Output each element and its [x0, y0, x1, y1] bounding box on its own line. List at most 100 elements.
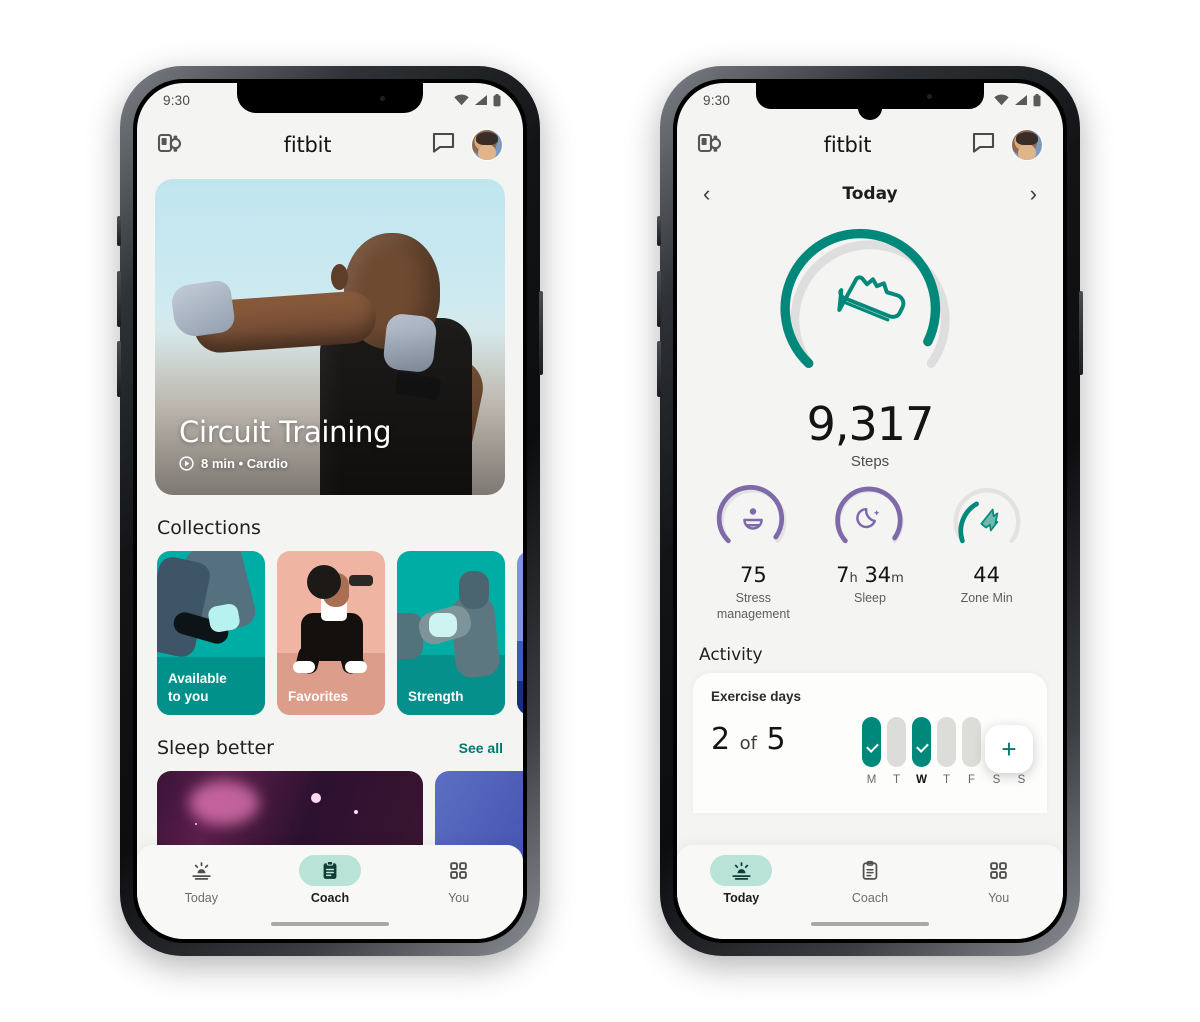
- collection-label: Favorites: [288, 688, 349, 704]
- collection-card-strength[interactable]: Strength: [397, 551, 505, 715]
- metric-value: 44: [973, 563, 1000, 587]
- metric-zone-minutes[interactable]: 44 Zone Min: [929, 484, 1045, 623]
- nav-label: You: [448, 891, 470, 905]
- metrics-row: 75 Stress management 7h 34m Sleep 44 Zon…: [677, 484, 1063, 623]
- app-brand: fitbit: [283, 133, 332, 157]
- screenshot-stage: 9:30 fitbit Circuit Training 8 min • Car…: [0, 0, 1200, 1022]
- phone-right-bezel: 9:30 fitbit ‹ Today › 9,317 Steps 75 Str…: [673, 79, 1067, 943]
- nav-item-you[interactable]: You: [935, 855, 1062, 905]
- bottom-navigation-right: Today Coach You: [677, 845, 1063, 939]
- nav-pill-active: [710, 855, 773, 886]
- mute-switch[interactable]: [117, 216, 121, 246]
- phone-left: 9:30 fitbit Circuit Training 8 min • Car…: [117, 66, 543, 956]
- app-bar-actions: [972, 129, 1043, 161]
- chevron-left-icon[interactable]: ‹: [703, 183, 710, 205]
- day-pill: [862, 716, 881, 767]
- day-column[interactable]: F: [962, 716, 981, 786]
- nav-pill: [968, 855, 1030, 886]
- day-column[interactable]: W: [912, 716, 931, 786]
- blue-illustration: [517, 551, 523, 715]
- chat-bubble-icon[interactable]: [432, 132, 455, 158]
- device-sync-icon[interactable]: [157, 131, 183, 160]
- see-all-link[interactable]: See all: [459, 740, 503, 756]
- home-indicator[interactable]: [811, 922, 929, 926]
- metric-value: 7h 34m: [836, 563, 904, 587]
- exercise-days-current: 2: [711, 721, 731, 757]
- phone-right-screen: 9:30 fitbit ‹ Today › 9,317 Steps 75 Str…: [677, 83, 1063, 939]
- metric-label: Stress management: [716, 591, 790, 622]
- zone-progress-ring: [953, 488, 1021, 544]
- sleep-hours: 7: [836, 563, 850, 587]
- day-letter: M: [866, 773, 877, 786]
- collection-card-available[interactable]: Available to you: [157, 551, 265, 715]
- exercise-days-card[interactable]: Exercise days 2 of 5 M T W T F S S +: [693, 672, 1047, 813]
- shoe-icon: [837, 275, 906, 322]
- moon-icon: [856, 507, 880, 529]
- battery-icon: [1033, 93, 1041, 106]
- metric-sleep[interactable]: 7h 34m Sleep: [812, 484, 928, 623]
- nav-item-coach[interactable]: Coach: [806, 855, 933, 905]
- profile-avatar[interactable]: [470, 129, 503, 161]
- app-brand: fitbit: [823, 133, 872, 157]
- nav-label: Today: [723, 891, 760, 905]
- phone-right: 9:30 fitbit ‹ Today › 9,317 Steps 75 Str…: [657, 66, 1083, 956]
- featured-workout-card[interactable]: Circuit Training 8 min • Cardio: [155, 179, 505, 495]
- chat-bubble-icon[interactable]: [972, 132, 995, 158]
- date-label: Today: [842, 184, 898, 204]
- stress-progress-ring: [717, 485, 787, 544]
- metric-value: 75: [739, 563, 767, 587]
- day-letter: W: [916, 773, 927, 786]
- sunrise-icon: [192, 861, 211, 880]
- sunrise-icon: [732, 861, 751, 880]
- power-button[interactable]: [1079, 291, 1083, 375]
- play-circle-icon: [179, 456, 194, 471]
- volume-up-button[interactable]: [117, 271, 121, 327]
- volume-up-button[interactable]: [657, 271, 661, 327]
- chevron-right-icon[interactable]: ›: [1030, 183, 1037, 205]
- day-column[interactable]: T: [887, 716, 906, 786]
- mute-switch[interactable]: [657, 216, 661, 246]
- metric-stress[interactable]: 75 Stress management: [696, 484, 812, 623]
- home-indicator[interactable]: [271, 922, 389, 926]
- collections-title: Collections: [157, 517, 261, 539]
- power-button[interactable]: [539, 291, 543, 375]
- collections-header: Collections: [137, 495, 523, 551]
- signal-icon: [475, 95, 487, 105]
- steps-tile[interactable]: 9,317 Steps: [677, 219, 1063, 470]
- volume-down-button[interactable]: [657, 341, 661, 397]
- battery-icon: [493, 93, 501, 106]
- status-bar-right: 9:30: [677, 83, 1063, 117]
- zone-minutes-icon: [980, 508, 998, 532]
- metric-label: Zone Min: [960, 591, 1013, 605]
- nav-pill-active: [298, 855, 361, 886]
- nav-pill: [428, 855, 490, 886]
- collection-card-favorites[interactable]: Favorites: [277, 551, 385, 715]
- collections-carousel[interactable]: Available to you Favorites Strength: [137, 551, 523, 715]
- day-letter: T: [942, 773, 951, 786]
- plus-icon: +: [1001, 733, 1017, 764]
- app-bar-right: fitbit: [677, 117, 1063, 173]
- device-sync-icon[interactable]: [697, 131, 723, 160]
- add-exercise-button[interactable]: +: [985, 724, 1033, 773]
- volume-down-button[interactable]: [117, 341, 121, 397]
- app-bar-actions: [432, 129, 503, 161]
- steps-unit: Steps: [850, 453, 890, 470]
- day-letter: F: [967, 773, 976, 786]
- day-pill: [937, 716, 956, 767]
- today-content: ‹ Today › 9,317 Steps 75 Stress manageme…: [677, 173, 1063, 939]
- collection-card-next[interactable]: [517, 551, 523, 715]
- nav-item-today[interactable]: Today: [678, 855, 805, 905]
- profile-avatar[interactable]: [1010, 129, 1043, 161]
- day-column[interactable]: T: [937, 716, 956, 786]
- app-bar-left: fitbit: [137, 117, 523, 173]
- day-pill: [912, 716, 931, 767]
- nav-pill: [839, 855, 901, 886]
- nav-item-coach[interactable]: Coach: [266, 855, 393, 905]
- workout-meta-text: 8 min • Cardio: [201, 456, 288, 471]
- steps-progress-ring: [780, 228, 950, 369]
- workout-info: Circuit Training 8 min • Cardio: [179, 415, 481, 471]
- sleep-progress-ring: [835, 486, 904, 544]
- nav-item-you[interactable]: You: [395, 855, 522, 905]
- nav-item-today[interactable]: Today: [138, 855, 265, 905]
- day-column[interactable]: M: [862, 716, 881, 786]
